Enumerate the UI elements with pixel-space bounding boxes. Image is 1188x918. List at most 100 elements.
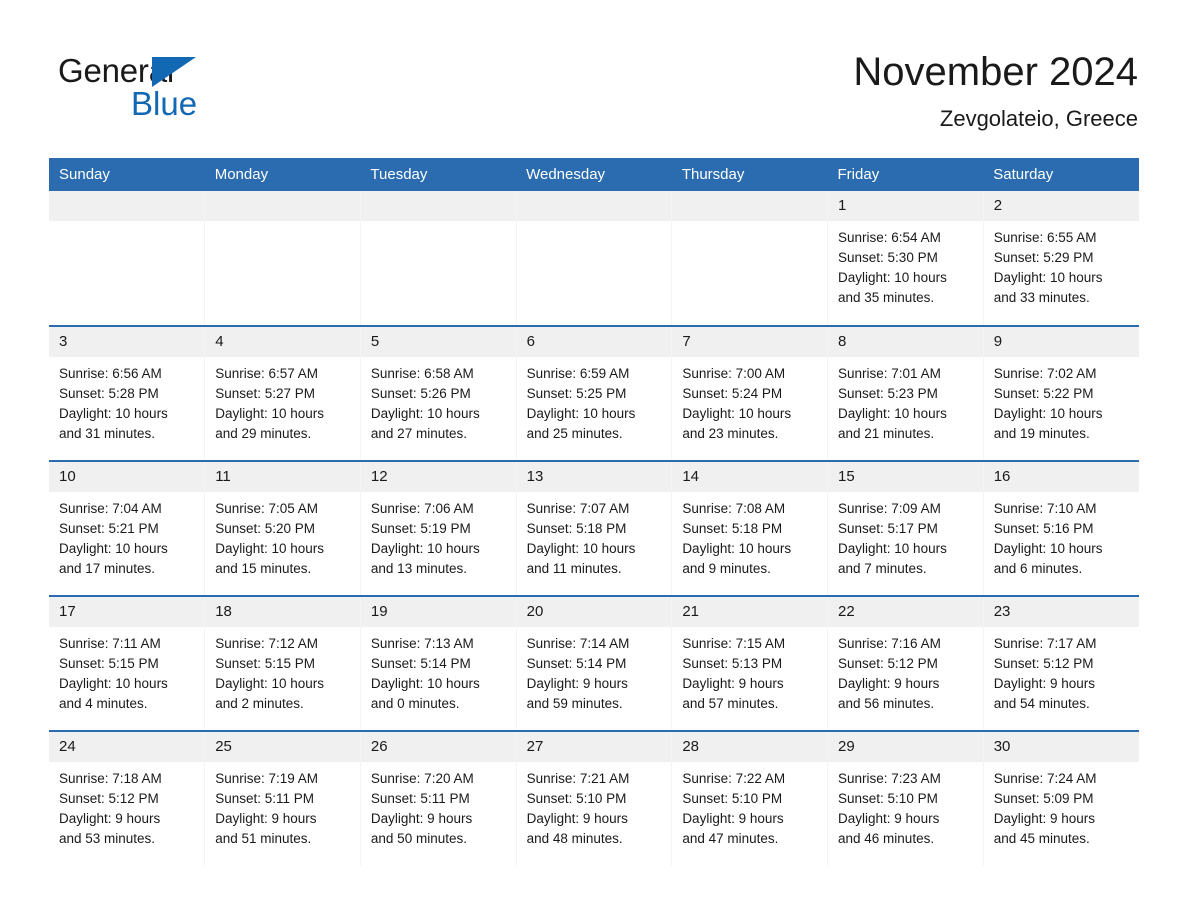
day-sun-info-line: Sunset: 5:12 PM: [993, 656, 1094, 671]
day-sun-info: Sunrise: 6:54 AM Sunset: 5:30 PM Daylight:…: [828, 221, 983, 308]
day-sun-info-line: Sunset: 5:18 PM: [526, 521, 627, 536]
day-sun-info-line: and 45 minutes.: [993, 831, 1090, 846]
day-number: 2: [983, 191, 1139, 221]
day-sun-info-line: and 47 minutes.: [682, 831, 779, 846]
calendar-day-cell[interactable]: 22 Sunrise: 7:16 AM Sunset: 5:12 PM Dayligh…: [827, 595, 984, 731]
day-number: 16: [983, 462, 1139, 492]
calendar-empty-cell: [671, 191, 828, 326]
day-number: 20: [516, 597, 672, 627]
day-sun-info: Sunrise: 7:20 AM Sunset: 5:11 PM Daylight:…: [361, 762, 516, 849]
day-sun-info-line: Sunrise: 7:16 AM: [838, 636, 941, 651]
day-number: 12: [360, 462, 516, 492]
day-sun-info-line: Sunrise: 6:55 AM: [993, 230, 1097, 245]
day-sun-info-line: Daylight: 10 hours: [215, 406, 325, 421]
weekday-header-thursday: Thursday: [671, 158, 828, 191]
day-sun-info: Sunrise: 6:56 AM Sunset: 5:28 PM Daylight:…: [49, 357, 204, 444]
day-sun-info-line: Daylight: 10 hours: [370, 541, 480, 556]
calendar-page: General Blue November 2024 Zevgolateio, …: [0, 0, 1188, 918]
day-sun-info-line: Sunrise: 7:08 AM: [682, 501, 786, 516]
calendar-day-cell[interactable]: 28 Sunrise: 7:22 AM Sunset: 5:10 PM Dayligh…: [671, 730, 828, 866]
day-number: 24: [49, 732, 205, 762]
day-sun-info-line: Sunset: 5:23 PM: [838, 386, 938, 401]
weekday-header-row: Sunday Monday Tuesday Wednesday Thursday…: [49, 158, 1139, 191]
day-sun-info-line: Daylight: 9 hours: [682, 676, 784, 691]
calendar-day-cell[interactable]: 16 Sunrise: 7:10 AM Sunset: 5:16 PM Dayligh…: [982, 460, 1139, 596]
calendar-day-cell[interactable]: 14 Sunrise: 7:08 AM Sunset: 5:18 PM Dayligh…: [671, 460, 828, 596]
calendar-day-cell[interactable]: 5 Sunrise: 6:58 AM Sunset: 5:26 PM Daylight…: [359, 325, 517, 461]
calendar-day-cell[interactable]: 8 Sunrise: 7:01 AM Sunset: 5:23 PM Daylight…: [827, 325, 984, 461]
calendar-day-cell[interactable]: 15 Sunrise: 7:09 AM Sunset: 5:17 PM Dayligh…: [827, 460, 984, 596]
day-number: 22: [828, 597, 983, 627]
day-sun-info-line: Daylight: 10 hours: [526, 406, 636, 421]
day-sun-info-line: Sunrise: 7:14 AM: [526, 636, 630, 651]
day-sun-info-line: Sunset: 5:17 PM: [838, 521, 938, 536]
calendar-day-cell[interactable]: 2 Sunrise: 6:55 AM Sunset: 5:29 PM Daylight…: [982, 191, 1139, 326]
calendar-day-cell[interactable]: 25 Sunrise: 7:19 AM Sunset: 5:11 PM Dayligh…: [204, 730, 361, 866]
weekday-header-saturday: Saturday: [983, 158, 1139, 191]
day-sun-info: Sunrise: 7:06 AM Sunset: 5:19 PM Daylight:…: [361, 492, 516, 579]
day-sun-info-line: Sunrise: 7:20 AM: [370, 771, 474, 786]
calendar-day-cell[interactable]: 27 Sunrise: 7:21 AM Sunset: 5:10 PM Dayligh…: [515, 730, 672, 866]
day-number: 27: [516, 732, 672, 762]
calendar-day-cell[interactable]: 23 Sunrise: 7:17 AM Sunset: 5:12 PM Dayligh…: [982, 595, 1139, 731]
day-sun-info: Sunrise: 7:17 AM Sunset: 5:12 PM Daylight:…: [984, 627, 1139, 714]
day-sun-info-line: and 4 minutes.: [59, 696, 148, 711]
day-sun-info: Sunrise: 7:10 AM Sunset: 5:16 PM Daylight:…: [984, 492, 1139, 579]
calendar-day-cell[interactable]: 1 Sunrise: 6:54 AM Sunset: 5:30 PM Daylight…: [827, 191, 984, 326]
calendar-day-cell[interactable]: 29 Sunrise: 7:23 AM Sunset: 5:10 PM Dayligh…: [827, 730, 984, 866]
day-sun-info: Sunrise: 7:04 AM Sunset: 5:21 PM Daylight:…: [49, 492, 204, 579]
day-number: 26: [360, 732, 516, 762]
day-sun-info-line: Sunset: 5:27 PM: [215, 386, 316, 401]
day-sun-info-line: and 7 minutes.: [838, 561, 927, 576]
calendar-day-cell[interactable]: 26 Sunrise: 7:20 AM Sunset: 5:11 PM Dayligh…: [359, 730, 517, 866]
day-number: 14: [672, 462, 828, 492]
calendar-day-cell[interactable]: 30 Sunrise: 7:24 AM Sunset: 5:09 PM Dayligh…: [982, 730, 1139, 866]
calendar-day-cell[interactable]: 7 Sunrise: 7:00 AM Sunset: 5:24 PM Daylight…: [671, 325, 828, 461]
day-sun-info: Sunrise: 7:07 AM Sunset: 5:18 PM Daylight:…: [517, 492, 672, 579]
day-sun-info-line: Sunrise: 7:09 AM: [838, 501, 941, 516]
day-sun-info-line: Sunrise: 7:05 AM: [215, 501, 319, 516]
day-number: 13: [516, 462, 672, 492]
calendar-day-cell[interactable]: 20 Sunrise: 7:14 AM Sunset: 5:14 PM Dayligh…: [515, 595, 672, 731]
page-header: General Blue November 2024 Zevgolateio, …: [0, 0, 1188, 150]
calendar-day-cell[interactable]: 3 Sunrise: 6:56 AM Sunset: 5:28 PM Daylight…: [49, 325, 205, 461]
calendar-day-cell[interactable]: 6 Sunrise: 6:59 AM Sunset: 5:25 PM Daylight…: [515, 325, 672, 461]
calendar-day-cell[interactable]: 4 Sunrise: 6:57 AM Sunset: 5:27 PM Daylight…: [204, 325, 361, 461]
day-sun-info: Sunrise: 7:05 AM Sunset: 5:20 PM Daylight:…: [205, 492, 360, 579]
calendar-day-cell[interactable]: 17 Sunrise: 7:11 AM Sunset: 5:15 PM Dayligh…: [49, 595, 205, 731]
day-number: [516, 191, 672, 221]
calendar-day-cell[interactable]: 11 Sunrise: 7:05 AM Sunset: 5:20 PM Dayligh…: [204, 460, 361, 596]
day-sun-info-line: and 35 minutes.: [838, 290, 935, 305]
sunrise-sunset-calendar: Sunday Monday Tuesday Wednesday Thursday…: [49, 158, 1139, 866]
day-sun-info-line: Sunrise: 7:11 AM: [59, 636, 161, 651]
calendar-day-cell[interactable]: 13 Sunrise: 7:07 AM Sunset: 5:18 PM Dayligh…: [515, 460, 672, 596]
day-sun-info-line: and 15 minutes.: [215, 561, 312, 576]
calendar-day-cell[interactable]: 21 Sunrise: 7:15 AM Sunset: 5:13 PM Dayligh…: [671, 595, 828, 731]
calendar-day-cell[interactable]: 9 Sunrise: 7:02 AM Sunset: 5:22 PM Daylight…: [982, 325, 1139, 461]
day-sun-info: Sunrise: 7:14 AM Sunset: 5:14 PM Daylight:…: [517, 627, 672, 714]
day-number: [49, 191, 205, 221]
day-sun-info: Sunrise: 7:15 AM Sunset: 5:13 PM Daylight:…: [672, 627, 827, 714]
calendar-day-cell[interactable]: 19 Sunrise: 7:13 AM Sunset: 5:14 PM Dayligh…: [359, 595, 517, 731]
day-sun-info-line: Sunset: 5:15 PM: [59, 656, 159, 671]
day-sun-info-line: and 21 minutes.: [838, 426, 935, 441]
day-sun-info-line: and 19 minutes.: [993, 426, 1090, 441]
day-sun-info-line: and 48 minutes.: [526, 831, 623, 846]
calendar-day-cell[interactable]: 18 Sunrise: 7:12 AM Sunset: 5:15 PM Dayligh…: [204, 595, 361, 731]
calendar-day-cell[interactable]: 10 Sunrise: 7:04 AM Sunset: 5:21 PM Dayligh…: [49, 460, 205, 596]
day-number: 30: [983, 732, 1139, 762]
calendar-week-row: 17 Sunrise: 7:11 AM Sunset: 5:15 PM Dayligh…: [49, 595, 1139, 731]
day-sun-info-line: Daylight: 10 hours: [59, 406, 168, 421]
day-sun-info: Sunrise: 7:02 AM Sunset: 5:22 PM Daylight:…: [984, 357, 1139, 444]
day-sun-info-line: Sunrise: 7:22 AM: [682, 771, 786, 786]
calendar-day-cell[interactable]: 12 Sunrise: 7:06 AM Sunset: 5:19 PM Dayligh…: [359, 460, 517, 596]
day-number: 18: [205, 597, 360, 627]
day-number: 21: [672, 597, 828, 627]
day-sun-info: Sunrise: 7:11 AM Sunset: 5:15 PM Daylight:…: [49, 627, 204, 714]
calendar-day-cell[interactable]: 24 Sunrise: 7:18 AM Sunset: 5:12 PM Dayligh…: [49, 730, 205, 866]
day-sun-info: Sunrise: 7:01 AM Sunset: 5:23 PM Daylight:…: [828, 357, 983, 444]
day-number: 28: [672, 732, 828, 762]
day-sun-info-line: Sunset: 5:21 PM: [59, 521, 159, 536]
day-sun-info-line: and 33 minutes.: [993, 290, 1090, 305]
day-sun-info-line: and 23 minutes.: [682, 426, 779, 441]
